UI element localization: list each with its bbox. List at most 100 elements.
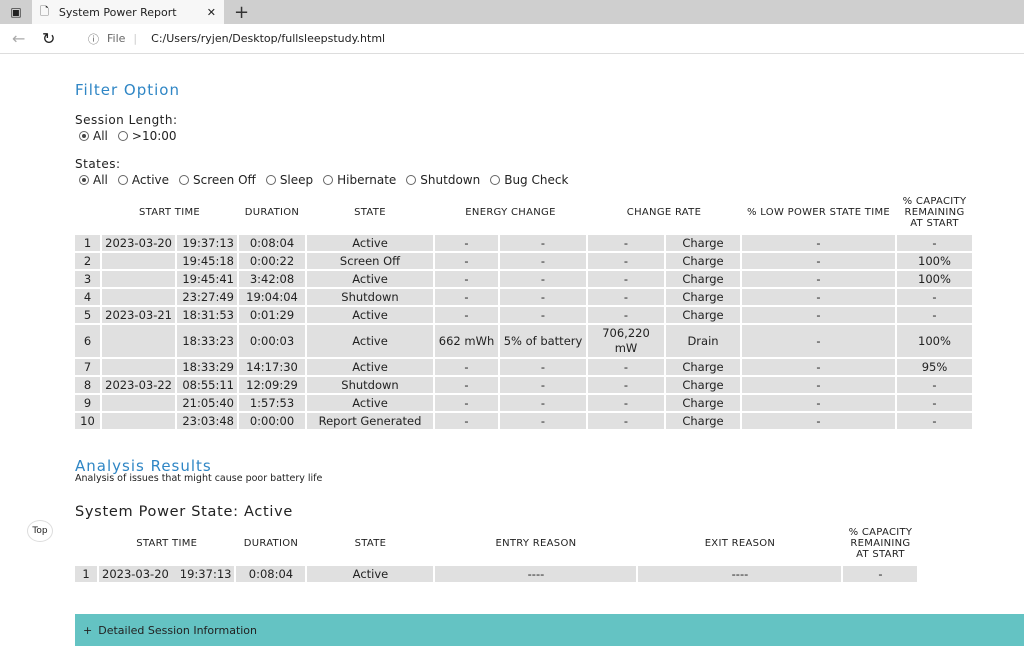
table-cell <box>102 359 175 375</box>
table-row: 7 18:33:29 14:17:30 Active - - - Charge -95% <box>75 359 972 375</box>
reload-icon[interactable]: ↻ <box>42 29 70 48</box>
table-cell: 2023-03-20 <box>102 235 175 251</box>
table-cell: 1:57:53 <box>239 395 305 411</box>
table-cell: Report Generated <box>307 413 433 429</box>
table-cell: 23:03:48 <box>177 413 237 429</box>
table-cell: - <box>435 253 498 269</box>
table-row: 4 23:27:49 19:04:04 Shutdown - - - Charge - - <box>75 289 972 305</box>
table-cell: 18:31:53 <box>177 307 237 323</box>
table-cell: Active <box>307 271 433 287</box>
radio-hibernate[interactable]: Hibernate <box>323 173 396 187</box>
table-cell: Charge <box>666 235 740 251</box>
table-cell: 95% <box>897 359 972 375</box>
table-cell: - <box>742 307 895 323</box>
table-cell: 19:45:41 <box>177 271 237 287</box>
radio-active[interactable]: Active <box>117 173 169 187</box>
table-cell: ---- <box>638 566 842 582</box>
table-cell: 1 <box>75 235 100 251</box>
table-cell: Active <box>307 359 433 375</box>
close-tab-icon[interactable]: ✕ <box>207 6 216 19</box>
table-cell: - <box>588 253 664 269</box>
table-row: 8 2023-03-22 08:55:11 12:09:29 Shutdown - - - Ch… <box>75 377 972 393</box>
radio-bug-check[interactable]: Bug Check <box>490 173 568 187</box>
table-cell: - <box>588 289 664 305</box>
table-cell: 0:00:22 <box>239 253 305 269</box>
table-row: 10 23:03:48 0:00:00 Report Generated - - - Char… <box>75 413 972 429</box>
header-row: START TIME DURATION STATE ENERGY CHANGE CHAN… <box>75 191 972 233</box>
table-cell: - <box>742 377 895 393</box>
detailed-session-toggle[interactable]: + Detailed Session Information <box>75 614 1024 646</box>
table-cell: - <box>897 289 972 305</box>
info-icon[interactable]: ⓘ <box>88 31 99 47</box>
radio-label: Bug Check <box>504 173 569 187</box>
table-cell: 08:55:11 <box>177 377 237 393</box>
table-cell: 0:01:29 <box>239 307 305 323</box>
table-cell: - <box>435 413 498 429</box>
table-cell: - <box>500 289 586 305</box>
table-cell: - <box>500 395 586 411</box>
column-header: DURATION <box>243 537 299 549</box>
table-cell: - <box>500 377 586 393</box>
table-cell: 19:45:18 <box>177 253 237 269</box>
table-cell: - <box>897 235 972 251</box>
states-label: States: <box>75 157 121 171</box>
radio-label: All <box>93 129 108 143</box>
back-icon[interactable]: ← <box>12 29 34 48</box>
browser-tab[interactable]: 🗋 System Power Report ✕ <box>32 0 224 24</box>
table-cell: 0:08:04 <box>236 566 306 582</box>
tab-title: System Power Report <box>58 5 177 19</box>
table-cell: 100% <box>897 325 972 357</box>
table-cell: Shutdown <box>307 289 433 305</box>
table-cell: - <box>588 377 664 393</box>
table-cell: 9 <box>75 395 100 411</box>
table-cell: 100% <box>897 253 972 269</box>
new-tab-button[interactable]: + <box>234 2 249 23</box>
table-cell: 662 mWh <box>435 325 498 357</box>
url-field[interactable]: C:/Users/ryjen/Desktop/fullsleepstudy.ht… <box>151 32 385 45</box>
table-cell: - <box>742 271 895 287</box>
table-cell: Charge <box>666 253 740 269</box>
radio-sleep[interactable]: Sleep <box>265 173 314 187</box>
table-cell: - <box>742 289 895 305</box>
table-cell: Charge <box>666 413 740 429</box>
radio-all[interactable]: All <box>79 173 108 187</box>
radio-circle-icon <box>265 175 276 185</box>
column-header <box>75 522 97 564</box>
top-button[interactable]: Top <box>27 520 53 542</box>
radio-shutdown[interactable]: Shutdown <box>406 173 480 187</box>
radio-all[interactable]: All <box>79 129 108 143</box>
table-cell: - <box>588 235 664 251</box>
table-cell: 18:33:29 <box>177 359 237 375</box>
radio-10-00[interactable]: >10:00 <box>117 129 177 143</box>
table-row: 5 2023-03-21 18:31:53 0:01:29 Active - - - Charg… <box>75 307 972 323</box>
column-header: % LOW POWER STATE TIME <box>746 206 891 218</box>
radio-label: Sleep <box>279 173 314 187</box>
window-menu-icon[interactable]: ▣ <box>0 5 32 19</box>
table-cell: Screen Off <box>307 253 433 269</box>
table-cell: Charge <box>666 395 740 411</box>
table-cell: - <box>897 307 972 323</box>
sessions-table: START TIME DURATION STATE ENERGY CHANGE CHAN… <box>73 189 974 431</box>
table-cell: Charge <box>666 377 740 393</box>
header-row: START TIME DURATION STATE ENTRY REASON EXIT … <box>75 522 917 564</box>
table-cell: - <box>742 395 895 411</box>
radio-screen-off[interactable]: Screen Off <box>179 173 256 187</box>
state-radios: All Active Screen Off Sleep Hibernate Shutdow… <box>79 173 1024 187</box>
table-cell: - <box>435 395 498 411</box>
table-cell: - <box>435 289 498 305</box>
section-title: System Power State: Active <box>75 504 294 520</box>
radio-circle-icon <box>179 175 190 185</box>
radio-circle-icon <box>406 175 417 185</box>
table-cell: 8 <box>75 377 100 393</box>
table-cell: 7 <box>75 359 100 375</box>
table-cell: Charge <box>666 359 740 375</box>
table-cell: - <box>435 235 498 251</box>
table-cell: - <box>897 377 972 393</box>
table-cell: 0:00:03 <box>239 325 305 357</box>
table-cell: Shutdown <box>307 377 433 393</box>
table-cell: 5% of battery <box>500 325 586 357</box>
table-cell: - <box>588 359 664 375</box>
table-cell: - <box>588 413 664 429</box>
table-cell <box>102 253 175 269</box>
table-cell: 6 <box>75 325 100 357</box>
